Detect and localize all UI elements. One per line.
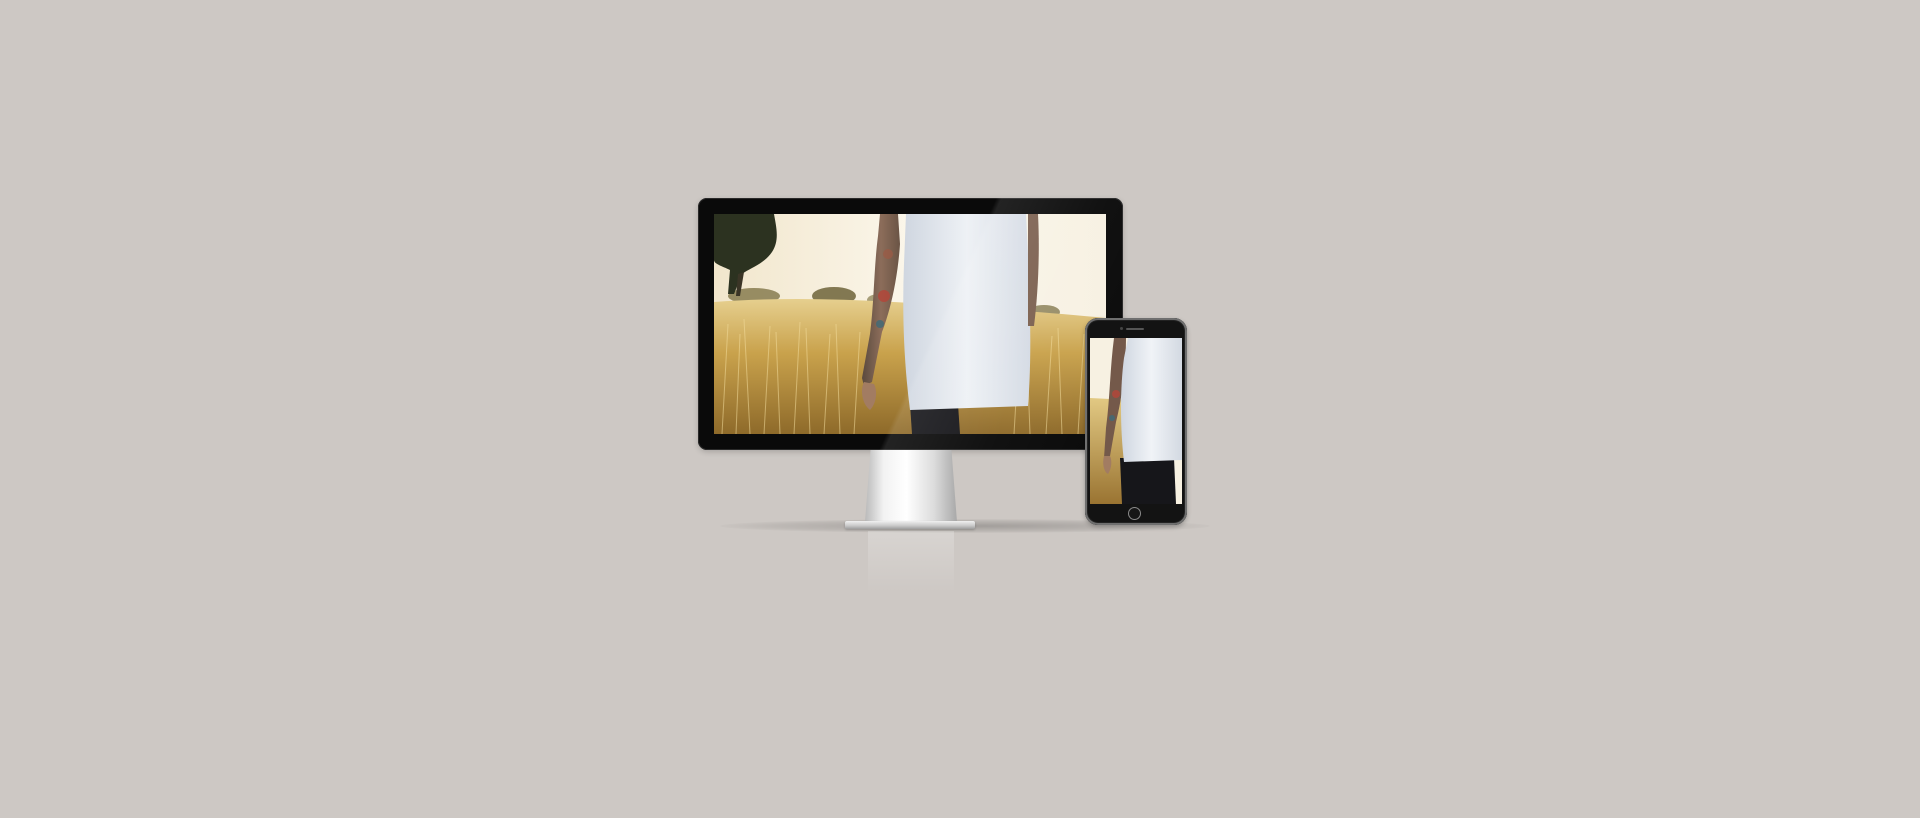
- monitor-stand-neck: [865, 450, 957, 522]
- phone-photo: [1090, 338, 1182, 504]
- monitor-stand-reflection: [868, 531, 954, 593]
- monitor-screen: [714, 214, 1106, 434]
- phone-screen: [1090, 338, 1182, 504]
- smartphone: [1085, 318, 1187, 525]
- home-button[interactable]: [1128, 507, 1141, 520]
- mockup-scene: [0, 0, 1920, 818]
- monitor-photo: [714, 214, 1106, 434]
- monitor-stand-base: [845, 521, 975, 529]
- phone-speaker: [1126, 328, 1144, 330]
- phone-camera-icon: [1120, 327, 1123, 330]
- desktop-monitor: [698, 198, 1123, 450]
